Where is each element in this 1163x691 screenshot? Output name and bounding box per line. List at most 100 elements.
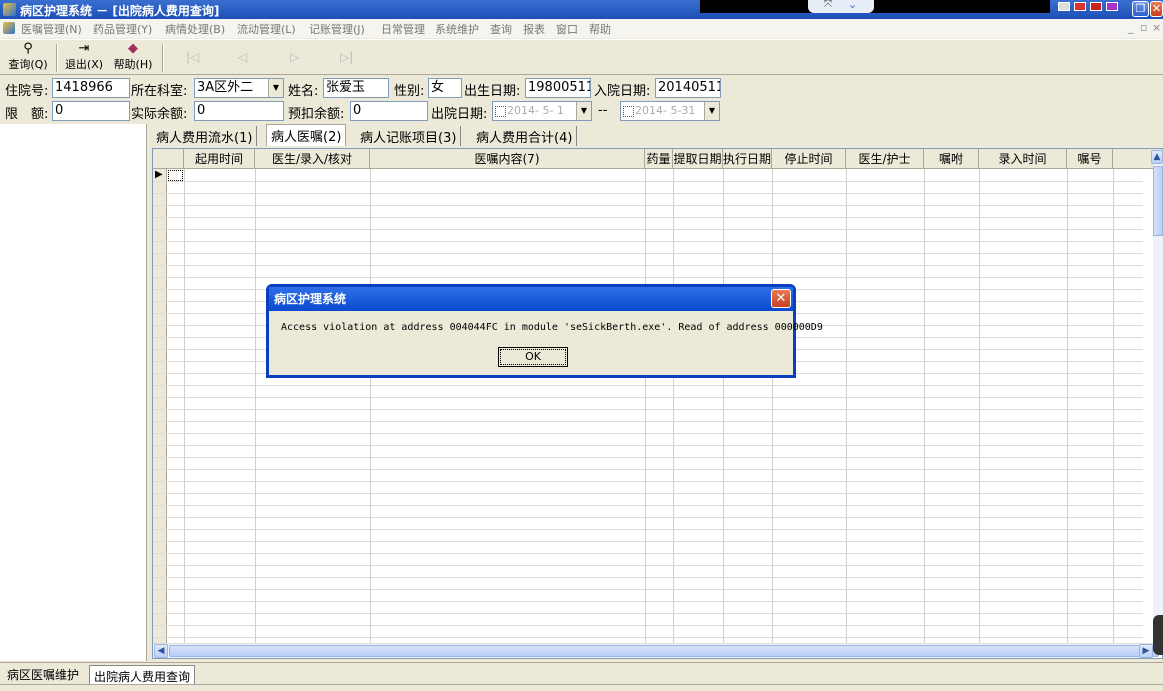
scroll-right-icon[interactable]: ▶ [1139, 644, 1153, 658]
balance-field[interactable]: 0 [194, 101, 284, 121]
grid-row-line [153, 217, 1143, 218]
col-exec-date[interactable]: 执行日期 [723, 149, 772, 169]
inpatient-no-label: 住院号: [5, 84, 49, 99]
dialog-ok-button[interactable]: OK [498, 347, 568, 367]
discharge-to-value: 2014- 5-31 [635, 104, 696, 117]
col-stop-time[interactable]: 停止时间 [772, 149, 846, 169]
tab-patient-orders[interactable]: 病人医嘱(2) [266, 124, 347, 146]
left-panel [0, 124, 147, 661]
menu-help[interactable]: 帮助 [589, 21, 611, 37]
vertical-scroll-thumb[interactable] [1153, 166, 1163, 236]
discharge-from-checkbox[interactable] [495, 105, 506, 117]
help-button[interactable]: ◆ 帮助(H) [112, 42, 154, 72]
col-doctor-nurse[interactable]: 医生/护士 [846, 149, 924, 169]
chevron-down-icon[interactable]: ⌄ [848, 0, 857, 11]
name-field[interactable]: 张爱玉 [323, 78, 389, 98]
limit-field[interactable]: 0 [52, 101, 130, 121]
discharge-label: 出院日期: [431, 107, 488, 122]
scroll-left-icon[interactable]: ◀ [154, 644, 168, 658]
grid-row-line [153, 517, 1143, 518]
col-instruction[interactable]: 嘱咐 [924, 149, 979, 169]
nav-next-icon[interactable]: ▷ [290, 50, 299, 64]
chevron-down-icon[interactable]: ▼ [576, 102, 591, 120]
menu-flow[interactable]: 流动管理(L) [237, 21, 296, 37]
tab-fee-total[interactable]: 病人费用合计(4) [472, 126, 578, 146]
menu-drugs[interactable]: 药品管理(Y) [93, 21, 152, 37]
col-extract-date[interactable]: 提取日期 [673, 149, 723, 169]
discharge-to-checkbox[interactable] [623, 105, 634, 117]
grid-row-line [153, 385, 1143, 386]
window-title: 病区护理系统 － [出院病人费用查询] [20, 4, 220, 18]
exit-button[interactable]: ⇥ 退出(X) [64, 42, 104, 72]
mdi-restore-button[interactable]: ▫ [1140, 21, 1147, 34]
grid-row-line [153, 589, 1143, 590]
menu-report[interactable]: 报表 [523, 21, 545, 37]
mdi-minimize-button[interactable]: _ [1128, 21, 1134, 34]
grid-row-line [153, 445, 1143, 446]
menu-daily[interactable]: 日常管理 [381, 21, 425, 37]
birth-field[interactable]: 19800511 [525, 78, 591, 98]
mdi-app-icon [3, 22, 15, 34]
sex-label: 性别: [394, 84, 425, 99]
col-entry-time[interactable]: 录入时间 [979, 149, 1067, 169]
chevron-down-icon[interactable]: ▼ [704, 102, 719, 120]
side-widget[interactable] [1153, 615, 1163, 655]
discharge-to-picker[interactable]: 2014- 5-31 ▼ [620, 101, 720, 121]
col-start-time[interactable]: 起用时间 [184, 149, 255, 169]
prepaid-field[interactable]: 0 [350, 101, 428, 121]
grid-row-line [153, 469, 1143, 470]
dialog-message: Access violation at address 004044FC in … [281, 322, 823, 333]
nav-last-icon[interactable]: ▷| [340, 50, 353, 64]
col-order-content[interactable]: 医嘱内容(7) [370, 149, 645, 169]
inpatient-no-field[interactable]: 1418966 [52, 78, 130, 98]
menu-condition[interactable]: 病情处理(B) [165, 21, 225, 37]
tray-icons [1058, 2, 1128, 12]
grid-row-line [153, 205, 1143, 206]
query-button[interactable]: ⚲ 查询(Q) [8, 42, 48, 72]
horizontal-scrollbar[interactable]: ◀ ▶ [153, 643, 1159, 658]
grid-row-line [153, 193, 1143, 194]
grid-row-line [153, 397, 1143, 398]
grid-row-line [153, 505, 1143, 506]
col-doctor-entry-check[interactable]: 医生/录入/核对 [255, 149, 370, 169]
restore-button[interactable]: ❐ [1132, 1, 1149, 17]
mdi-close-button[interactable]: × [1152, 21, 1161, 34]
menu-system[interactable]: 系统维护 [435, 21, 479, 37]
dialog-close-button[interactable]: ✕ [771, 289, 791, 308]
tab-fee-flow[interactable]: 病人费用流水(1) [152, 126, 258, 146]
sex-field[interactable]: 女 [428, 78, 462, 98]
menu-billing[interactable]: 记账管理(J) [309, 21, 365, 37]
exit-label: 退出(X) [64, 58, 104, 71]
grid-row-line [153, 553, 1143, 554]
expand-icon[interactable]: ⤧ [824, 0, 832, 10]
mail-icon [1058, 2, 1070, 11]
admit-field[interactable]: 20140511 [655, 78, 721, 98]
tab-billing-items[interactable]: 病人记账项目(3) [356, 126, 462, 146]
discharge-from-picker[interactable]: 2014- 5- 1 ▼ [492, 101, 592, 121]
col-dose[interactable]: 药量 [645, 149, 673, 169]
horizontal-scroll-thumb[interactable] [169, 645, 1159, 657]
menu-window[interactable]: 窗口 [556, 21, 578, 37]
chevron-down-icon[interactable]: ▼ [268, 79, 283, 97]
nav-first-icon[interactable]: |◁ [186, 50, 199, 64]
scroll-up-icon[interactable]: ▲ [1151, 150, 1163, 164]
help-book-icon: ◆ [128, 41, 138, 56]
col-order-no[interactable]: 嘱号 [1067, 149, 1113, 169]
bottom-tab-order-maintenance[interactable]: 病区医嘱维护 [3, 664, 83, 685]
dept-select[interactable]: 3A区外二 ▼ [194, 78, 284, 98]
vertical-scrollbar[interactable]: ▲ [1151, 150, 1163, 640]
grid-row-line [153, 229, 1143, 230]
nav-prev-icon[interactable]: ◁ [238, 50, 247, 64]
overlay-bar [700, 0, 1050, 13]
current-cell[interactable] [168, 170, 183, 181]
discharge-from-value: 2014- 5- 1 [507, 104, 564, 117]
menu-query[interactable]: 查询 [490, 21, 512, 37]
close-button[interactable]: ✕ [1150, 1, 1163, 17]
orders-grid[interactable]: 起用时间 医生/录入/核对 医嘱内容(7) 药量 提取日期 执行日期 停止时间 … [152, 148, 1163, 659]
overlay-tab[interactable]: ⤧ ⌄ [808, 0, 874, 13]
binoculars-icon: ⚲ [23, 41, 33, 56]
dialog-title: 病区护理系统 [274, 292, 347, 306]
error-dialog: 病区护理系统 ✕ Access violation at address 004… [266, 284, 823, 378]
prepaid-label: 预扣余额: [288, 107, 345, 122]
menu-orders[interactable]: 医嘱管理(N) [21, 21, 82, 37]
